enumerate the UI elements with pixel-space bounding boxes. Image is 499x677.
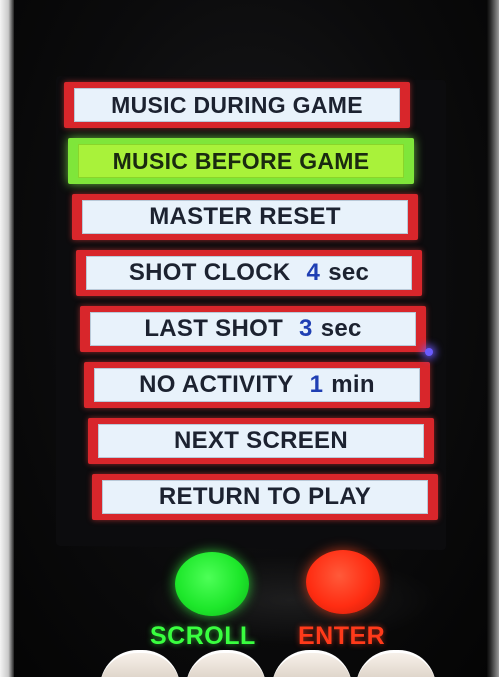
- menu-item-face: MASTER RESET: [82, 200, 408, 234]
- arcade-cabinet-photo: MUSIC DURING GAME MUSIC BEFORE GAME MAST…: [0, 0, 499, 677]
- last-shot-value: 3: [299, 315, 313, 342]
- cup: [186, 650, 266, 677]
- led-glare: [425, 348, 433, 356]
- menu-item-music-during-game[interactable]: MUSIC DURING GAME: [64, 82, 410, 128]
- menu-item-return-to-play[interactable]: RETURN TO PLAY: [92, 474, 438, 520]
- menu-item-label: MUSIC DURING GAME: [111, 91, 363, 118]
- menu-item-label: NEXT SCREEN: [174, 427, 348, 454]
- last-shot-unit: sec: [320, 315, 362, 342]
- menu-item-next-screen[interactable]: NEXT SCREEN: [88, 418, 434, 464]
- menu-item-face: MUSIC DURING GAME: [74, 88, 400, 122]
- cup: [100, 650, 180, 677]
- no-activity-value: 1: [309, 371, 324, 398]
- menu-item-label: SHOT CLOCK: [128, 259, 291, 286]
- menu-item-label: NO ACTIVITY: [139, 371, 294, 398]
- menu-item-label: MASTER RESET: [149, 203, 341, 230]
- menu-item-no-activity[interactable]: NO ACTIVITY 1 min: [84, 362, 430, 408]
- menu-item-shot-clock[interactable]: SHOT CLOCK 4 sec: [76, 250, 422, 296]
- scroll-label: SCROLL: [150, 622, 256, 650]
- menu-item-face: NO ACTIVITY 1 min: [94, 368, 420, 402]
- cabinet-left-edge: [0, 0, 14, 677]
- no-activity-unit: min: [331, 371, 375, 398]
- menu-item-last-shot[interactable]: LAST SHOT 3 sec: [80, 306, 426, 352]
- cup: [356, 650, 436, 677]
- menu-item-face: SHOT CLOCK 4 sec: [86, 256, 412, 290]
- enter-button[interactable]: [306, 550, 380, 614]
- cup: [272, 650, 352, 677]
- menu-item-face: MUSIC BEFORE GAME: [78, 144, 404, 178]
- enter-label: ENTER: [298, 622, 386, 650]
- menu-item-label: RETURN TO PLAY: [158, 483, 372, 510]
- menu-item-face: LAST SHOT 3 sec: [90, 312, 416, 346]
- menu-item-face: RETURN TO PLAY: [102, 480, 428, 514]
- cups-row: [100, 650, 440, 677]
- shot-clock-unit: sec: [328, 259, 370, 286]
- menu-item-face: NEXT SCREEN: [98, 424, 424, 458]
- cabinet-right-edge: [487, 0, 499, 677]
- menu-item-label: LAST SHOT: [144, 315, 284, 342]
- menu-item-master-reset[interactable]: MASTER RESET: [72, 194, 418, 240]
- menu-item-music-before-game[interactable]: MUSIC BEFORE GAME: [68, 138, 414, 184]
- menu-item-label: MUSIC BEFORE GAME: [112, 147, 370, 174]
- settings-menu: MUSIC DURING GAME MUSIC BEFORE GAME MAST…: [62, 82, 440, 530]
- shot-clock-value: 4: [306, 259, 321, 286]
- scroll-button[interactable]: [175, 552, 249, 616]
